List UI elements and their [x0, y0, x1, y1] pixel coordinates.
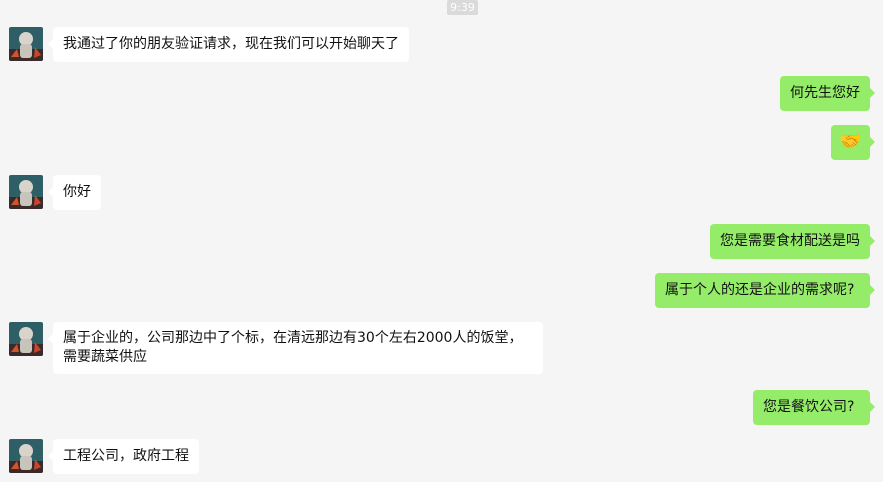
message-text: 属于个人的还是企业的需求呢?	[665, 282, 855, 298]
message-bubble-outgoing[interactable]: 您是餐饮公司?	[753, 390, 875, 425]
contact-avatar[interactable]	[9, 322, 43, 356]
message-text: 我通过了你的朋友验证请求，现在我们可以开始聊天了	[63, 36, 399, 52]
message-bubble-incoming[interactable]: 工程公司，政府工程	[48, 439, 199, 474]
message-text: 工程公司，政府工程	[63, 448, 189, 464]
message-text: 属于企业的，公司那边中了个标，在清远那边有30个左右2000人的饭堂，需要蔬菜供…	[63, 330, 523, 365]
contact-avatar[interactable]	[9, 175, 43, 209]
avatar-image	[9, 439, 43, 473]
contact-avatar[interactable]	[9, 27, 43, 61]
message-text: 您是餐饮公司?	[763, 399, 855, 415]
avatar-image	[9, 175, 43, 209]
message-bubble-incoming[interactable]: 属于企业的，公司那边中了个标，在清远那边有30个左右2000人的饭堂，需要蔬菜供…	[48, 322, 543, 374]
message-text: 你好	[63, 184, 91, 200]
message-bubble-outgoing[interactable]: 您是需要食材配送是吗	[710, 224, 875, 259]
message-text: 您是需要食材配送是吗	[720, 233, 860, 249]
avatar-image	[9, 322, 43, 356]
time-badge: 9:39	[447, 0, 478, 15]
message-bubble-incoming[interactable]: 你好	[48, 175, 101, 210]
message-bubble-outgoing[interactable]: 何先生您好	[780, 76, 875, 111]
message-bubble-outgoing[interactable]: 🤝	[831, 125, 875, 160]
message-text: 何先生您好	[790, 85, 860, 101]
message-bubble-incoming[interactable]: 我通过了你的朋友验证请求，现在我们可以开始聊天了	[48, 27, 409, 62]
handshake-emoji-icon: 🤝	[839, 131, 862, 152]
message-bubble-outgoing[interactable]: 属于个人的还是企业的需求呢?	[655, 273, 875, 308]
avatar-image	[9, 27, 43, 61]
contact-avatar[interactable]	[9, 439, 43, 473]
